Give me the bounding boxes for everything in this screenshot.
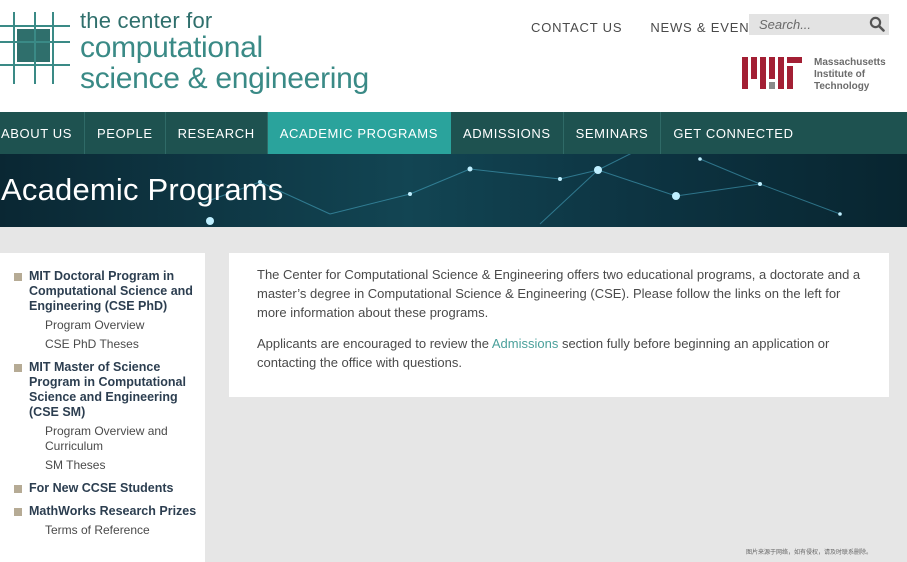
- bullet-square-icon: [14, 273, 22, 281]
- logo-line-3: science & engineering: [80, 62, 369, 95]
- mit-name-line: Institute of: [814, 69, 866, 80]
- mit-logo-icon[interactable]: [742, 57, 802, 89]
- nav-about-us[interactable]: ABOUT US: [0, 112, 86, 154]
- mit-name-line: Massachusetts: [814, 57, 886, 68]
- search-box: [749, 14, 889, 35]
- sidebar-group: MIT Master of Science Program in Computa…: [0, 360, 205, 473]
- mit-name[interactable]: Massachusetts Institute of Technology: [814, 57, 886, 93]
- sidebar-group: MIT Doctoral Program in Computational Sc…: [0, 269, 205, 352]
- sidebar-subitem-terms-of-reference[interactable]: Terms of Reference: [29, 523, 205, 538]
- contact-us-link[interactable]: CONTACT US: [531, 20, 622, 35]
- admissions-link[interactable]: Admissions: [492, 336, 558, 351]
- sidebar-subitem-phd-theses[interactable]: CSE PhD Theses: [29, 337, 205, 352]
- nav-seminars[interactable]: SEMINARS: [564, 112, 662, 154]
- nav-get-connected[interactable]: GET CONNECTED: [661, 112, 805, 154]
- mit-name-line: Technology: [814, 81, 870, 92]
- utility-nav: CONTACT US NEWS & EVENTS: [531, 20, 768, 35]
- search-input[interactable]: [749, 14, 867, 35]
- applicants-paragraph: Applicants are encouraged to review the …: [257, 334, 863, 372]
- nav-admissions[interactable]: ADMISSIONS: [451, 112, 564, 154]
- sidebar-subitem-sm-theses[interactable]: SM Theses: [29, 458, 205, 473]
- nav-academic-programs[interactable]: ACADEMIC PROGRAMS: [267, 112, 451, 154]
- intro-paragraph: The Center for Computational Science & E…: [257, 267, 861, 320]
- search-icon[interactable]: [869, 16, 885, 32]
- sidebar-nav: MIT Doctoral Program in Computational Sc…: [0, 253, 205, 562]
- sidebar-item-new-students[interactable]: For New CCSE Students: [29, 481, 205, 496]
- logo-line-2: computational: [80, 31, 263, 64]
- page-title: Academic Programs: [1, 172, 284, 207]
- sidebar-item-cse-sm[interactable]: MIT Master of Science Program in Computa…: [29, 360, 205, 420]
- site-header: the center for computational science & e…: [0, 0, 907, 112]
- paragraph-text: Applicants are encouraged to review the: [257, 336, 492, 351]
- sidebar-subitem-sm-program-overview[interactable]: Program Overview and Curriculum: [29, 424, 205, 454]
- main-nav: ABOUT US PEOPLE RESEARCH ACADEMIC PROGRA…: [0, 112, 907, 154]
- grid-logo-icon[interactable]: [0, 12, 72, 84]
- sidebar-group: MathWorks Research Prizes Terms of Refer…: [0, 504, 205, 538]
- sidebar-item-cse-phd[interactable]: MIT Doctoral Program in Computational Sc…: [29, 269, 205, 314]
- sidebar-group: For New CCSE Students: [0, 481, 205, 496]
- sidebar-item-mathworks-prizes[interactable]: MathWorks Research Prizes: [29, 504, 205, 519]
- site-logo-text[interactable]: the center for computational science & e…: [80, 10, 369, 94]
- bullet-square-icon: [14, 364, 22, 372]
- bullet-square-icon: [14, 485, 22, 493]
- nav-research[interactable]: RESEARCH: [166, 112, 268, 154]
- page-banner: Academic Programs: [0, 154, 907, 227]
- sidebar-subitem-phd-program-overview[interactable]: Program Overview: [29, 318, 205, 333]
- main-content: The Center for Computational Science & E…: [229, 253, 889, 397]
- nav-people[interactable]: PEOPLE: [85, 112, 166, 154]
- watermark-text: 图片来源于网络，如有侵权，请及时联系删除。: [746, 550, 873, 556]
- bullet-square-icon: [14, 508, 22, 516]
- logo-line-1: the center for: [80, 8, 213, 33]
